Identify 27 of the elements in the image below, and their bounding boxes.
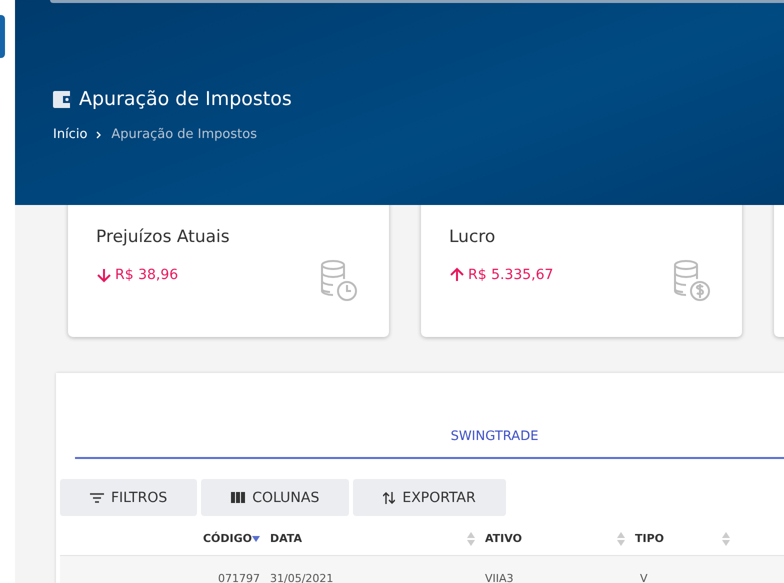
toolbar-button[interactable]: FILTROS: [60, 479, 198, 516]
column-header[interactable]: DATA: [270, 532, 302, 545]
table-cell-text: 071797: [217, 572, 261, 583]
columns-icon: [231, 492, 246, 503]
toolbar-button[interactable]: COLUNAS: [201, 479, 350, 516]
table-cell-text: 31/05/2021: [269, 572, 334, 583]
table-cell-text: VIIA3: [484, 572, 515, 583]
breadcrumb-item[interactable]: Início: [53, 127, 88, 142]
coins-clock-icon: [319, 259, 359, 303]
table-cell-text: V: [639, 572, 649, 583]
card-title: Prejuízos Atuais: [96, 227, 230, 247]
column-header[interactable]: TIPO: [635, 532, 664, 545]
page-title: Apuração de Impostos: [79, 88, 292, 110]
card-value: R$ 5.335,67: [468, 267, 554, 283]
sidebar-tab[interactable]: [0, 15, 5, 58]
tab[interactable]: SWINGTRADE: [450, 429, 538, 457]
coins-dollar-icon: [672, 259, 712, 303]
column-header[interactable]: ATIVO: [485, 532, 522, 545]
column-header[interactable]: CÓDIGO: [202, 532, 252, 545]
filter-icon: [90, 492, 104, 502]
breadcrumb-item: Apuração de Impostos: [111, 127, 257, 142]
chevron-icon: [95, 130, 104, 138]
sort-arrows-icon: [383, 490, 396, 504]
card-value: R$ 38,96: [115, 267, 178, 283]
toolbar-button[interactable]: EXPORTAR: [353, 479, 506, 516]
card-title: Lucro: [449, 227, 496, 247]
wallet-icon: [53, 90, 72, 108]
